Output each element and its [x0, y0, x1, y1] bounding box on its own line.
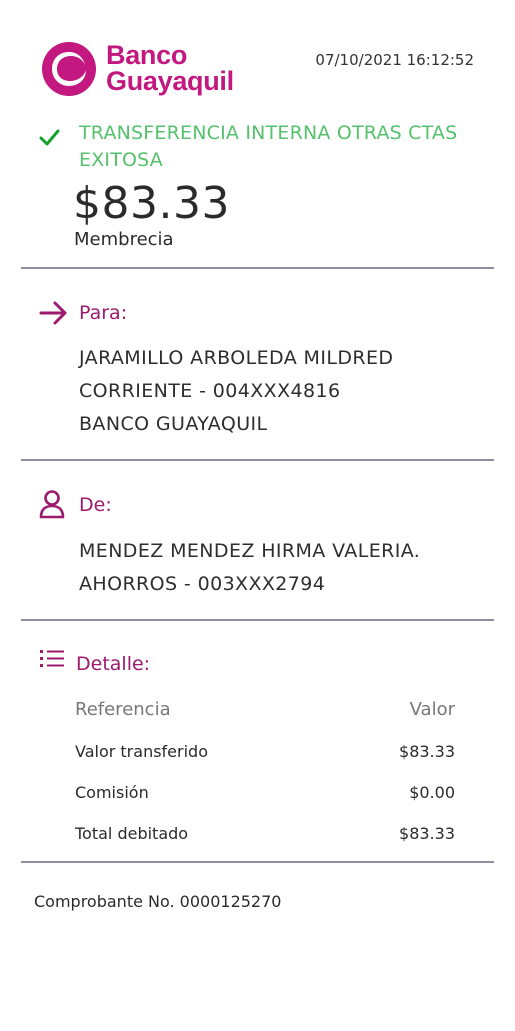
bank-logo: Banco Guayaquil [40, 40, 260, 100]
sender-account: AHORROS - 003XXX2794 [79, 573, 326, 595]
recipient-name: JARAMILLO ARBOLEDA MILDRED [79, 347, 394, 369]
recipient-account: CORRIENTE - 004XXX4816 [79, 380, 341, 402]
de-label: De: [79, 494, 112, 516]
sender-name: MENDEZ MENDEZ HIRMA VALERIA. [79, 540, 421, 562]
column-header-valor: Valor [409, 699, 455, 720]
logo-swirl-icon [42, 42, 96, 96]
divider [21, 861, 494, 863]
list-icon [40, 650, 64, 667]
divider [21, 267, 494, 269]
column-header-referencia: Referencia [75, 699, 171, 720]
arrow-right-icon [39, 301, 67, 325]
bank-name-line2: Guayaquil [106, 66, 234, 96]
divider [21, 459, 494, 461]
user-icon [39, 490, 65, 519]
detalle-label: Detalle: [76, 653, 151, 675]
detail-row-label: Comisión [75, 783, 149, 802]
timestamp: 07/10/2021 16:12:52 [315, 51, 474, 69]
bank-name-line1: Banco [106, 40, 188, 70]
voucher-number: Comprobante No. 0000125270 [34, 892, 282, 911]
check-icon [39, 129, 60, 146]
status-message: TRANSFERENCIA INTERNA OTRAS CTAS EXITOSA [79, 122, 458, 171]
detail-row-value: $83.33 [399, 742, 455, 761]
detail-row-value: $83.33 [399, 824, 455, 843]
para-label: Para: [79, 302, 128, 324]
divider [21, 619, 494, 621]
detail-row-label: Total debitado [75, 824, 189, 843]
transfer-amount: $83.33 [73, 178, 230, 229]
detail-row-value: $0.00 [409, 783, 455, 802]
recipient-bank: BANCO GUAYAQUIL [79, 413, 268, 435]
bank-name: Banco Guayaquil [106, 40, 234, 96]
detail-row-label: Valor transferido [75, 742, 208, 761]
transfer-concept: Membrecia [74, 229, 174, 250]
